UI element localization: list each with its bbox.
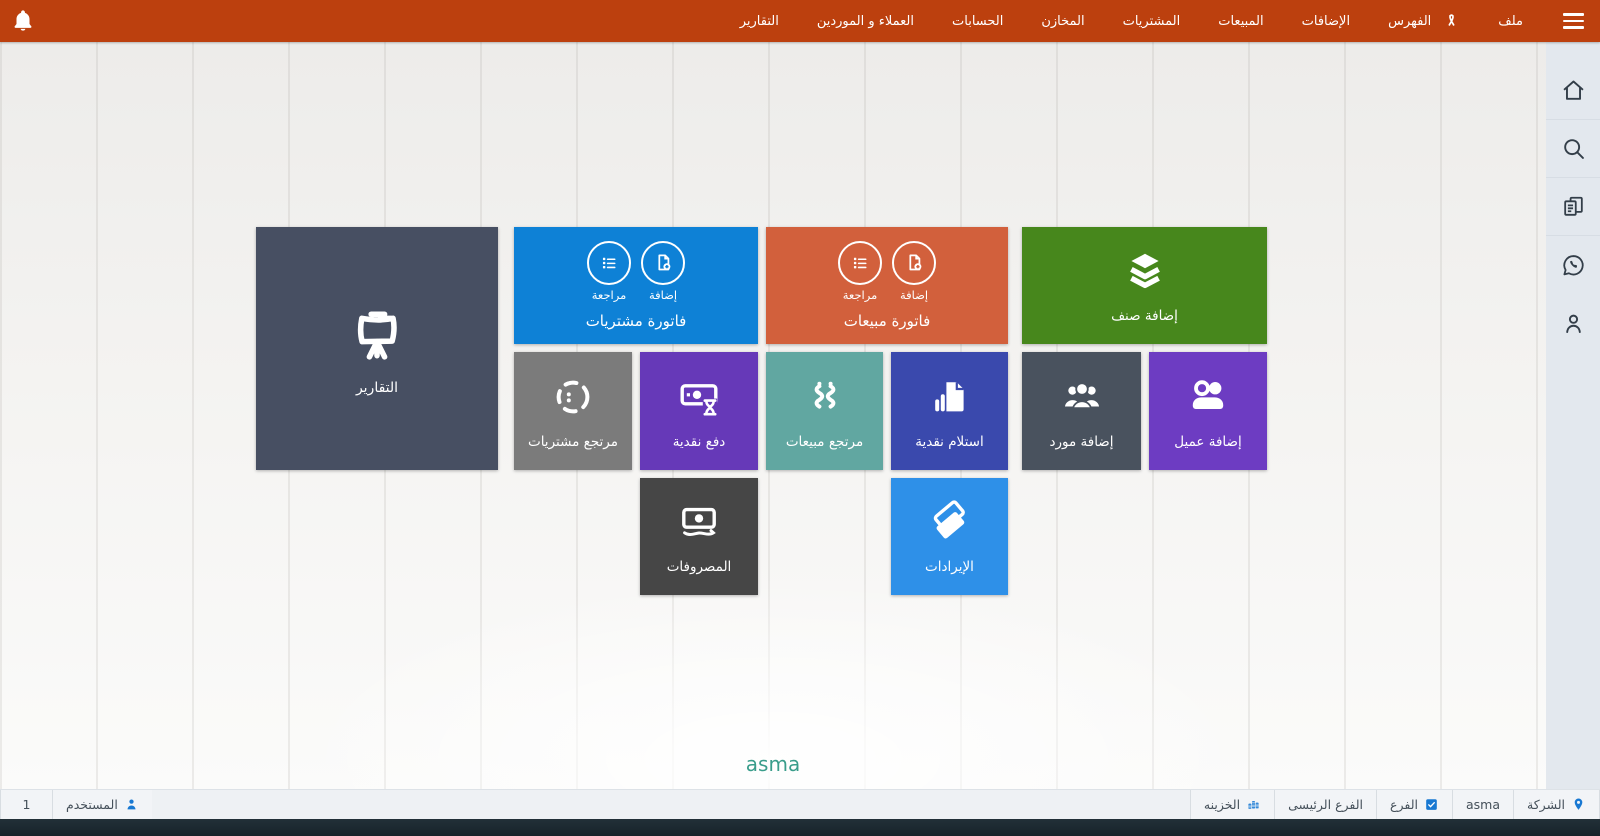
company-label: الشركة (1527, 797, 1565, 812)
menu-item-customers-suppliers[interactable]: العملاء و الموردين (817, 14, 914, 29)
documents-icon (926, 373, 974, 425)
group-people-icon (1058, 373, 1106, 425)
tile-label: إضافة صنف (1111, 308, 1178, 324)
tile-title: فاتورة مبيعات (844, 312, 931, 330)
menu-item-reports[interactable]: التقارير (740, 14, 779, 29)
tile-label: إضافة مورد (1049, 434, 1113, 450)
status-company-value[interactable]: asma (1452, 790, 1513, 819)
status-user-count: 1 (0, 790, 52, 819)
menu-item-index[interactable]: الفهرس (1388, 14, 1431, 29)
status-left-group: المستخدم 1 (0, 790, 152, 819)
ribbon-icon (1443, 12, 1460, 31)
treasury-label: الخزينه (1204, 797, 1240, 812)
company-name-note: asma (0, 752, 1546, 776)
menu-item-addons[interactable]: الإضافات (1302, 14, 1350, 29)
status-company[interactable]: الشركة (1513, 790, 1600, 819)
menu-item-file[interactable]: ملف (1498, 14, 1523, 29)
status-treasury[interactable]: الخزينه (1190, 790, 1274, 819)
topbar: ملف الفهرس الإضافات المبيعات المشتريات ا… (0, 0, 1600, 42)
add-user-icon (1184, 373, 1232, 425)
review-list-icon[interactable] (838, 241, 882, 285)
cards-tag-icon (926, 498, 974, 550)
dashboard-canvas: التقارير إضافة (0, 42, 1546, 789)
tile-label: مرتجع مشتريات (528, 434, 618, 450)
tile-label: استلام نقدية (915, 434, 984, 450)
copy-documents-icon[interactable] (1546, 178, 1600, 236)
tile-label: دفع نقدية (673, 434, 726, 450)
tile-sales-invoice: إضافة مراجعة فاتورة مبيعات (766, 227, 1008, 344)
menu-item-accounts[interactable]: الحسابات (952, 14, 1003, 29)
layers-icon (1121, 247, 1169, 299)
tile-label: مرتجع مبيعات (786, 434, 863, 450)
tile-label: إضافة عميل (1174, 434, 1241, 450)
sync-dashed-icon (549, 373, 597, 425)
tile-add-customer[interactable]: إضافة عميل (1149, 352, 1267, 470)
checkbox-icon (1424, 797, 1439, 812)
statusbar: الشركة asma الفرع الفرع الرئيسى (0, 789, 1600, 819)
add-label: إضافة (900, 288, 928, 302)
branch-label: الفرع (1390, 797, 1418, 812)
location-pin-icon (1571, 797, 1586, 812)
review-label: مراجعة (592, 288, 627, 302)
person-icon (124, 797, 139, 812)
tile-purchase-invoice: إضافة مراجعة فاتورة مشتريات (514, 227, 758, 344)
status-branch[interactable]: الفرع (1376, 790, 1452, 819)
tile-cash-payment[interactable]: دفع نقدية (640, 352, 758, 470)
tile-label: التقارير (356, 380, 398, 396)
status-right-group: الشركة asma الفرع الفرع الرئيسى (1190, 790, 1600, 819)
hamburger-menu-icon[interactable] (1561, 10, 1586, 32)
tile-reports[interactable]: التقارير (256, 227, 498, 470)
home-icon[interactable] (1546, 62, 1600, 120)
whatsapp-icon[interactable] (1546, 236, 1600, 294)
right-icon-rail (1546, 42, 1600, 789)
main-menu: ملف الفهرس الإضافات المبيعات المشتريات ا… (740, 10, 1586, 32)
search-icon[interactable] (1546, 120, 1600, 178)
review-label: مراجعة (843, 288, 878, 302)
bottom-dark-strip (0, 819, 1600, 836)
user-icon[interactable] (1546, 294, 1600, 352)
add-label: إضافة (649, 288, 677, 302)
status-user[interactable]: المستخدم (52, 790, 152, 819)
coins-stack-icon (1246, 797, 1261, 812)
tile-add-item[interactable]: إضافة صنف (1022, 227, 1267, 344)
tile-add-supplier[interactable]: إضافة مورد (1022, 352, 1141, 470)
tile-label: الإيرادات (925, 559, 974, 575)
tile-expenses[interactable]: المصروفات (640, 478, 758, 595)
banknote-hourglass-icon (675, 373, 723, 425)
tile-revenues[interactable]: الإيرادات (891, 478, 1008, 595)
user-label: المستخدم (66, 797, 118, 812)
tile-purchase-return[interactable]: مرتجع مشتريات (514, 352, 632, 470)
status-branch-value[interactable]: الفرع الرئيسى (1274, 790, 1376, 819)
menu-item-sales[interactable]: المبيعات (1218, 14, 1263, 29)
presentation-easel-icon (342, 302, 412, 376)
menu-item-purchases[interactable]: المشتريات (1123, 14, 1181, 29)
tile-title: فاتورة مشتريات (586, 312, 687, 330)
menu-item-warehouses[interactable]: المخازن (1041, 14, 1084, 29)
review-list-icon[interactable] (587, 241, 631, 285)
add-invoice-icon[interactable] (892, 241, 936, 285)
tile-sales-return[interactable]: مرتجع مبيعات (766, 352, 883, 470)
cash-banknote-icon (675, 498, 723, 550)
tile-cash-receipt[interactable]: استلام نقدية (891, 352, 1008, 470)
notifications-bell-icon[interactable] (10, 8, 36, 34)
waves-icon (801, 373, 849, 425)
add-invoice-icon[interactable] (641, 241, 685, 285)
tile-label: المصروفات (667, 559, 732, 575)
app-window: ملف الفهرس الإضافات المبيعات المشتريات ا… (0, 0, 1600, 836)
